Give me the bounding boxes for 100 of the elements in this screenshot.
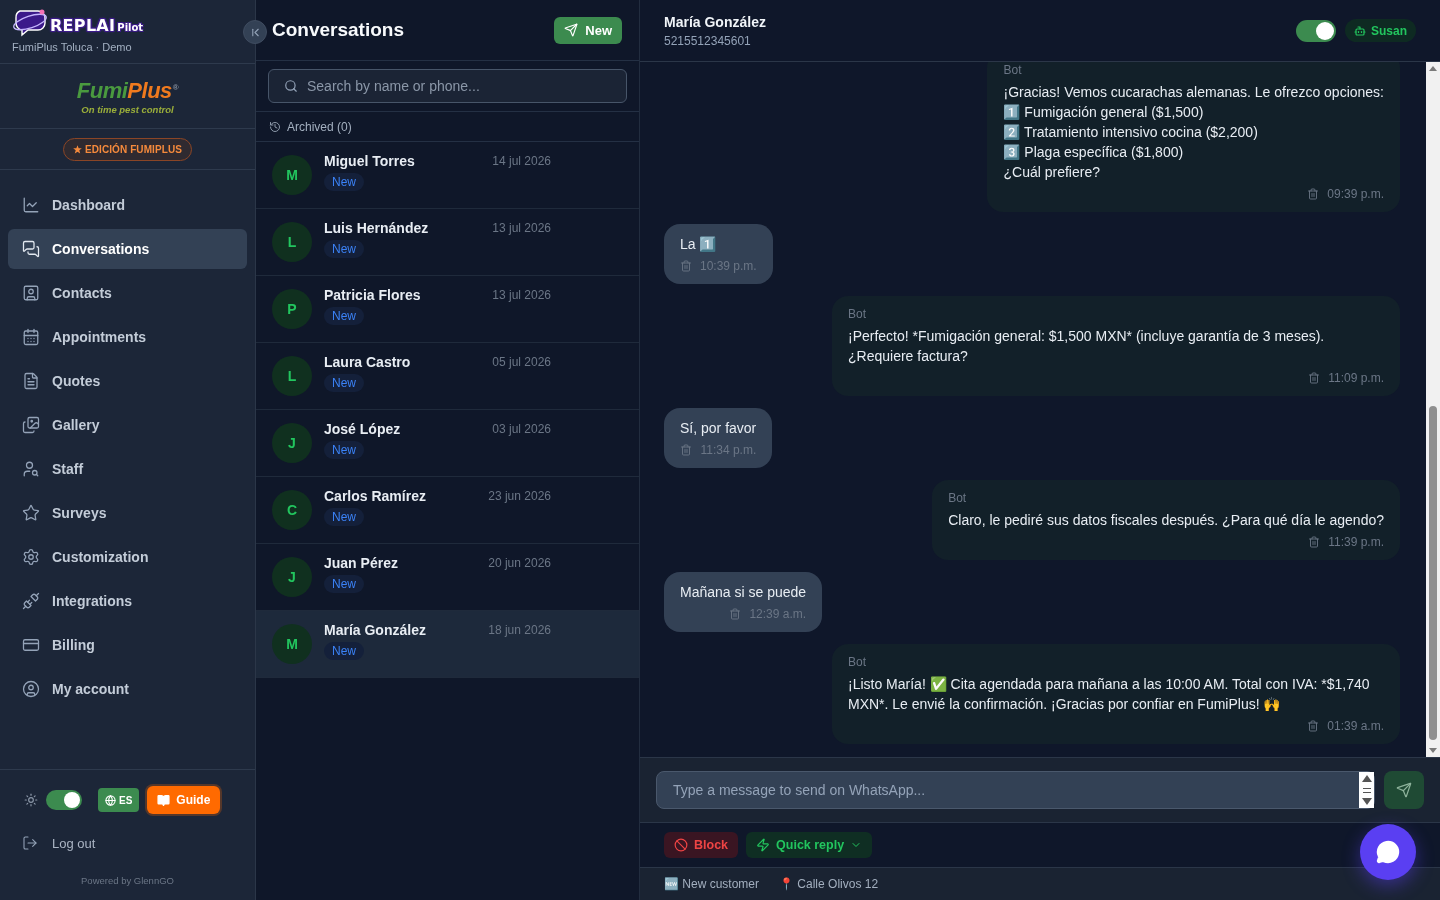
contact-name: Luis Hernández (324, 220, 429, 236)
message-time: 01:39 a.m. (1327, 719, 1384, 733)
ban-icon (674, 838, 688, 852)
contact-name: Juan Pérez (324, 555, 398, 571)
workspace-name: FumiPlus Toluca · Demo (12, 40, 133, 54)
bot-toggle[interactable] (1296, 19, 1336, 42)
logout-button[interactable]: Log out (22, 833, 96, 853)
bot-icon (1354, 24, 1366, 37)
nav-item[interactable]: Dashboard (8, 185, 247, 225)
star-icon (22, 504, 40, 522)
archived-link[interactable]: Archived (0) (269, 119, 352, 134)
search-field[interactable]: Search by name or phone... (268, 69, 627, 103)
footer-info-text: 🆕 New customer (664, 877, 760, 891)
send-button[interactable] (1384, 771, 1424, 809)
sender-label: Bot (848, 306, 867, 322)
credit-card-icon (22, 636, 40, 654)
client-logo-name: FumiPlus$^{®}$ (76, 77, 179, 104)
powered-by-text: Powered by GlennGO (80, 875, 175, 886)
contact-avatar: P (272, 289, 312, 329)
contact-name: María González (324, 622, 426, 638)
quick-reply-button[interactable]: Quick reply (746, 832, 873, 858)
message-text: Sí, por favor (680, 419, 757, 438)
input-scrollbar[interactable] (1359, 772, 1374, 808)
trash-icon[interactable] (1308, 372, 1321, 384)
contact-avatar: C (272, 490, 312, 530)
logo-icon (12, 7, 48, 37)
conversation-date: 03 jul 2026 (492, 422, 551, 436)
nav-item[interactable]: Customization (8, 537, 247, 577)
user-circle-icon (22, 680, 40, 698)
contact-avatar: L (272, 222, 312, 262)
settings-icon (22, 548, 40, 566)
trash-icon[interactable] (680, 444, 693, 456)
new-conversation-button[interactable]: New (554, 16, 622, 44)
nav-item[interactable]: Staff (8, 449, 247, 489)
status-tag: New (324, 374, 364, 392)
theme-toggle[interactable] (46, 790, 82, 810)
contact-avatar: J (272, 423, 312, 463)
images-icon (22, 416, 40, 434)
nav-item[interactable]: Appointments (8, 317, 247, 357)
conversation-row[interactable]: M María González 18 jun 2026 New (256, 611, 639, 678)
message-text: Claro, le pediré sus datos fiscales después. ¿Para qué día le agendo? (948, 511, 1384, 530)
nav-item[interactable]: Surveys (8, 493, 247, 533)
message-time: 09:39 p.m. (1327, 187, 1384, 201)
line-chart-icon (22, 196, 40, 214)
contact-avatar: M (272, 624, 312, 664)
message-input[interactable]: Type a message to send on WhatsApp... (656, 771, 1375, 809)
contact-avatar: M (272, 155, 312, 195)
nav-item[interactable]: Contacts (8, 273, 247, 313)
user-search-icon (22, 460, 40, 478)
send-icon (564, 23, 579, 37)
sender-label: Bot (1003, 62, 1023, 78)
conversation-date: 18 jun 2026 (488, 623, 551, 637)
message-time: 11:39 p.m. (1328, 535, 1384, 549)
sun-icon (24, 793, 38, 807)
client-tagline: On time pest control (81, 104, 174, 117)
message-text: ¡Gracias! Vemos cucarachas alemanas. Le ofrezco opciones: 1⃣ Fumigación general ($1,500) 2⃣ Tratamiento intensivo cocina ($2,200) 3⃣ Plaga específica ($1,800) ¿Cuál prefiere? (1003, 83, 1384, 182)
conversation-date: 23 jun 2026 (488, 489, 551, 503)
trash-icon[interactable] (1307, 188, 1320, 200)
contact-avatar: J (272, 557, 312, 597)
edition-label: EDICIÓN FUMIPLUS (84, 143, 183, 155)
nav-item[interactable]: My account (8, 669, 247, 709)
trash-icon[interactable] (1308, 536, 1321, 548)
nav-item[interactable]: Quotes (8, 361, 247, 401)
language-button[interactable]: ES (98, 788, 140, 812)
conversation-date: 05 jul 2026 (492, 355, 551, 369)
trash-icon[interactable] (680, 260, 692, 272)
nav-item[interactable]: Billing (8, 625, 247, 665)
status-tag: New (324, 508, 364, 526)
message-text: ¡Listo María! ✅ Cita agendada para mañana a las 10:00 AM. Total con IVA: *$1,740 MXN*. Le envié la confirmación. ¡Gracias por confiar en FumiPlus! 🙌 (848, 675, 1371, 714)
status-tag: New (324, 240, 364, 258)
nav-item[interactable]: Gallery (8, 405, 247, 445)
contact-name: Carlos Ramírez (324, 488, 426, 504)
star-icon (72, 144, 82, 154)
status-tag: New (324, 307, 364, 325)
globe-icon (105, 794, 116, 806)
block-button[interactable]: Block (664, 832, 739, 858)
logo-wordmark: REPLAI (50, 15, 116, 37)
lightning-icon (756, 838, 771, 852)
status-tag: New (324, 173, 364, 191)
nav-item[interactable]: Integrations (8, 581, 247, 621)
contact-name: Laura Castro (324, 354, 411, 370)
list-title: Conversations (272, 19, 404, 41)
book-icon (157, 793, 171, 807)
chat-bubbles-icon (22, 240, 40, 258)
speech-bubble-icon (1376, 840, 1400, 864)
message-time: 12:39 a.m. (749, 607, 807, 621)
trash-icon[interactable] (729, 608, 742, 620)
status-tag: New (324, 441, 364, 459)
search-icon (284, 79, 298, 93)
trash-icon[interactable] (1307, 720, 1320, 732)
chat-contact-phone: 5215512345601 (664, 33, 752, 48)
conversation-date: 13 jul 2026 (492, 288, 551, 302)
scrollbar[interactable] (1426, 62, 1440, 757)
conversation-date: 14 jul 2026 (492, 154, 551, 168)
footer-info-text: 📍 Calle Olivos 12 (779, 877, 879, 891)
nav-item[interactable]: Conversations (8, 229, 247, 269)
message-time: 11:09 p.m. (1328, 371, 1384, 385)
message-text: La 1⃣ (680, 235, 718, 254)
logout-icon (22, 835, 38, 851)
conversation-date: 20 jun 2026 (488, 556, 551, 570)
